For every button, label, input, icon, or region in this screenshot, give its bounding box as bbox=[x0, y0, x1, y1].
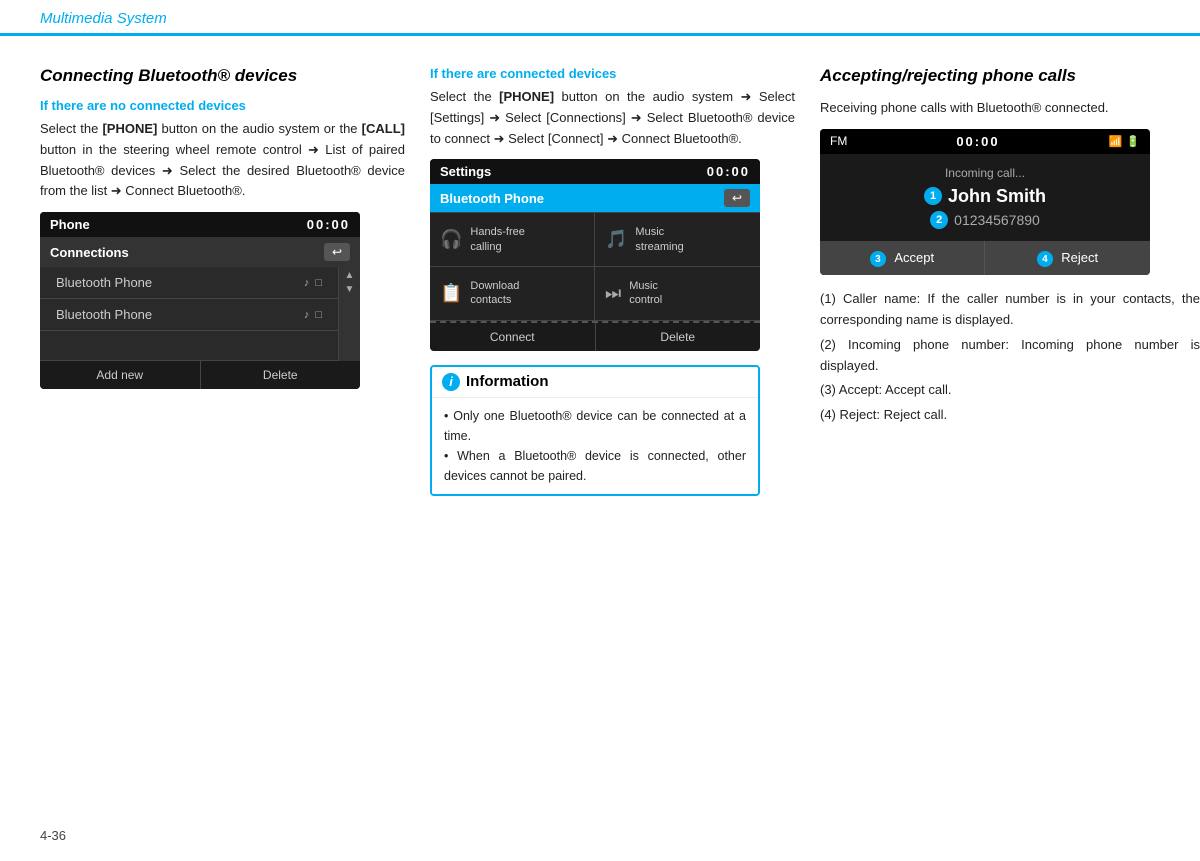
settings-item-music-control[interactable]: ⏭ Musiccontrol bbox=[595, 267, 760, 321]
phone-list-items: Bluetooth Phone ♪ □ Bluetooth Phone ♪ □ bbox=[40, 267, 338, 361]
reject-call-button[interactable]: 4 Reject bbox=[985, 241, 1150, 276]
caller-number-row: 2 01234567890 bbox=[836, 211, 1134, 229]
settings-delete-button[interactable]: Delete bbox=[596, 323, 761, 351]
music-control-icon: ⏭ bbox=[605, 283, 621, 304]
caller-number-badge-2: 2 bbox=[930, 211, 948, 229]
phone-item-1-label: Bluetooth Phone bbox=[56, 275, 152, 290]
settings-header-time: 00:00 bbox=[707, 164, 750, 179]
settings-item-handsfree-text: Hands-freecalling bbox=[470, 225, 524, 254]
page-number: 4-36 bbox=[40, 828, 66, 843]
contacts-icon: 📋 bbox=[440, 283, 462, 304]
phone-list: Bluetooth Phone ♪ □ Bluetooth Phone ♪ □ bbox=[40, 267, 360, 361]
left-body-text: Select the [PHONE] button on the audio s… bbox=[40, 119, 405, 202]
middle-column: If there are connected devices Select th… bbox=[430, 66, 820, 496]
info-bullet-1: Only one Bluetooth® device can be connec… bbox=[444, 406, 746, 446]
call-ui-mockup: FM 00:00 📶 🔋 Incoming call... 1 John Smi… bbox=[820, 129, 1150, 276]
info-box-header: i Information bbox=[432, 367, 758, 398]
settings-ui-mockup: Settings 00:00 Bluetooth Phone ↩ 🎧 Hands… bbox=[430, 159, 760, 350]
settings-grid: 🎧 Hands-freecalling 🎵 Musicstreaming 📋 D… bbox=[430, 212, 760, 320]
note-2: (2) Incoming phone number: Incoming phon… bbox=[820, 335, 1200, 377]
delete-button[interactable]: Delete bbox=[201, 361, 361, 389]
call-ui-time: 00:00 bbox=[956, 134, 999, 149]
note-3: (3) Accept: Accept call. bbox=[820, 380, 1200, 401]
accept-label: Accept bbox=[894, 250, 934, 265]
accept-number-badge: 3 bbox=[870, 251, 886, 267]
phone-ui-header-label: Phone bbox=[50, 217, 90, 232]
note-4: (4) Reject: Reject call. bbox=[820, 405, 1200, 426]
settings-bt-bar: Bluetooth Phone ↩ bbox=[430, 184, 760, 212]
info-bullet-2: When a Bluetooth® device is connected, o… bbox=[444, 446, 746, 486]
phone-ui-menu: Connections ↩ bbox=[40, 237, 360, 267]
left-section-title: Connecting Bluetooth® devices bbox=[40, 66, 405, 86]
phone-ui-mockup: Phone 00:00 Connections ↩ Bluetooth Phon… bbox=[40, 212, 360, 389]
signal-icon: 📶 bbox=[1109, 135, 1123, 148]
left-subsection-title: If there are no connected devices bbox=[40, 98, 405, 113]
call-ui-body: Incoming call... 1 John Smith 2 01234567… bbox=[820, 154, 1150, 241]
accept-call-button[interactable]: 3 Accept bbox=[820, 241, 985, 276]
battery-icon: 🔋 bbox=[1126, 135, 1140, 148]
caller-name-row: 1 John Smith bbox=[836, 186, 1134, 207]
settings-item-control-text: Musiccontrol bbox=[629, 279, 662, 308]
caller-name: John Smith bbox=[948, 186, 1046, 207]
settings-footer: Connect Delete bbox=[430, 321, 760, 351]
music-streaming-icon: 🎵 bbox=[605, 229, 627, 250]
call-ui-status-icons: 📶 🔋 bbox=[1109, 135, 1140, 148]
call-ui-header: FM 00:00 📶 🔋 bbox=[820, 129, 1150, 154]
middle-body-text: Select the [PHONE] button on the audio s… bbox=[430, 87, 795, 149]
middle-subsection-title: If there are connected devices bbox=[430, 66, 795, 81]
header-title: Multimedia System bbox=[40, 10, 167, 33]
settings-header-label: Settings bbox=[440, 164, 491, 179]
note-1: (1) Caller name: If the caller number is… bbox=[820, 289, 1200, 331]
page-header: Multimedia System bbox=[0, 0, 1200, 36]
phone-item-2-label: Bluetooth Phone bbox=[56, 307, 152, 322]
phone-list-spacer bbox=[40, 331, 338, 361]
reject-label: Reject bbox=[1061, 250, 1098, 265]
info-body: Only one Bluetooth® device can be connec… bbox=[432, 398, 758, 494]
settings-item-contacts-text: Downloadcontacts bbox=[470, 279, 519, 308]
settings-item-streaming-text: Musicstreaming bbox=[635, 225, 683, 254]
connect-button[interactable]: Connect bbox=[430, 323, 596, 351]
left-column: Connecting Bluetooth® devices If there a… bbox=[40, 66, 430, 496]
call-footer: 3 Accept 4 Reject bbox=[820, 241, 1150, 276]
fm-label: FM bbox=[830, 134, 847, 148]
settings-item-download-contacts[interactable]: 📋 Downloadcontacts bbox=[430, 267, 595, 321]
phone-list-item-2[interactable]: Bluetooth Phone ♪ □ bbox=[40, 299, 338, 331]
phone-ui-header-time: 00:00 bbox=[307, 217, 350, 232]
information-box: i Information Only one Bluetooth® device… bbox=[430, 365, 760, 496]
music-icon: ♪ bbox=[304, 277, 310, 289]
headphone-icon: 🎧 bbox=[440, 229, 462, 250]
settings-bt-label: Bluetooth Phone bbox=[440, 191, 544, 206]
right-section-title: Accepting/rejecting phone calls bbox=[820, 66, 1200, 86]
device-icon-2: □ bbox=[315, 309, 322, 321]
scroll-bar: ▲ ▼ bbox=[338, 267, 360, 361]
add-new-button[interactable]: Add new bbox=[40, 361, 201, 389]
back-button[interactable]: ↩ bbox=[324, 243, 350, 261]
right-intro-text: Receiving phone calls with Bluetooth® co… bbox=[820, 98, 1200, 119]
scroll-up-icon[interactable]: ▲ bbox=[345, 271, 355, 281]
music-icon-2: ♪ bbox=[304, 309, 310, 321]
numbered-notes: (1) Caller name: If the caller number is… bbox=[820, 289, 1200, 426]
settings-item-music-streaming[interactable]: 🎵 Musicstreaming bbox=[595, 213, 760, 267]
settings-ui-header: Settings 00:00 bbox=[430, 159, 760, 184]
phone-list-item-1[interactable]: Bluetooth Phone ♪ □ bbox=[40, 267, 338, 299]
caller-number-badge-1: 1 bbox=[924, 187, 942, 205]
info-icon: i bbox=[442, 373, 460, 391]
phone-item-2-icons: ♪ □ bbox=[304, 309, 322, 321]
info-title: Information bbox=[466, 373, 549, 390]
phone-ui-header: Phone 00:00 bbox=[40, 212, 360, 237]
settings-item-handsfree[interactable]: 🎧 Hands-freecalling bbox=[430, 213, 595, 267]
phone-footer: Add new Delete bbox=[40, 361, 360, 389]
device-icon: □ bbox=[315, 277, 322, 289]
reject-number-badge: 4 bbox=[1037, 251, 1053, 267]
settings-back-button[interactable]: ↩ bbox=[724, 189, 750, 207]
phone-item-1-icons: ♪ □ bbox=[304, 277, 322, 289]
caller-phone-number: 01234567890 bbox=[954, 212, 1040, 228]
scroll-down-icon[interactable]: ▼ bbox=[345, 285, 355, 295]
main-content: Connecting Bluetooth® devices If there a… bbox=[0, 36, 1200, 516]
incoming-call-text: Incoming call... bbox=[836, 166, 1134, 180]
connections-label: Connections bbox=[50, 245, 129, 260]
right-column: Accepting/rejecting phone calls Receivin… bbox=[820, 66, 1200, 496]
scroll-arrows: ▲ ▼ bbox=[339, 267, 360, 299]
